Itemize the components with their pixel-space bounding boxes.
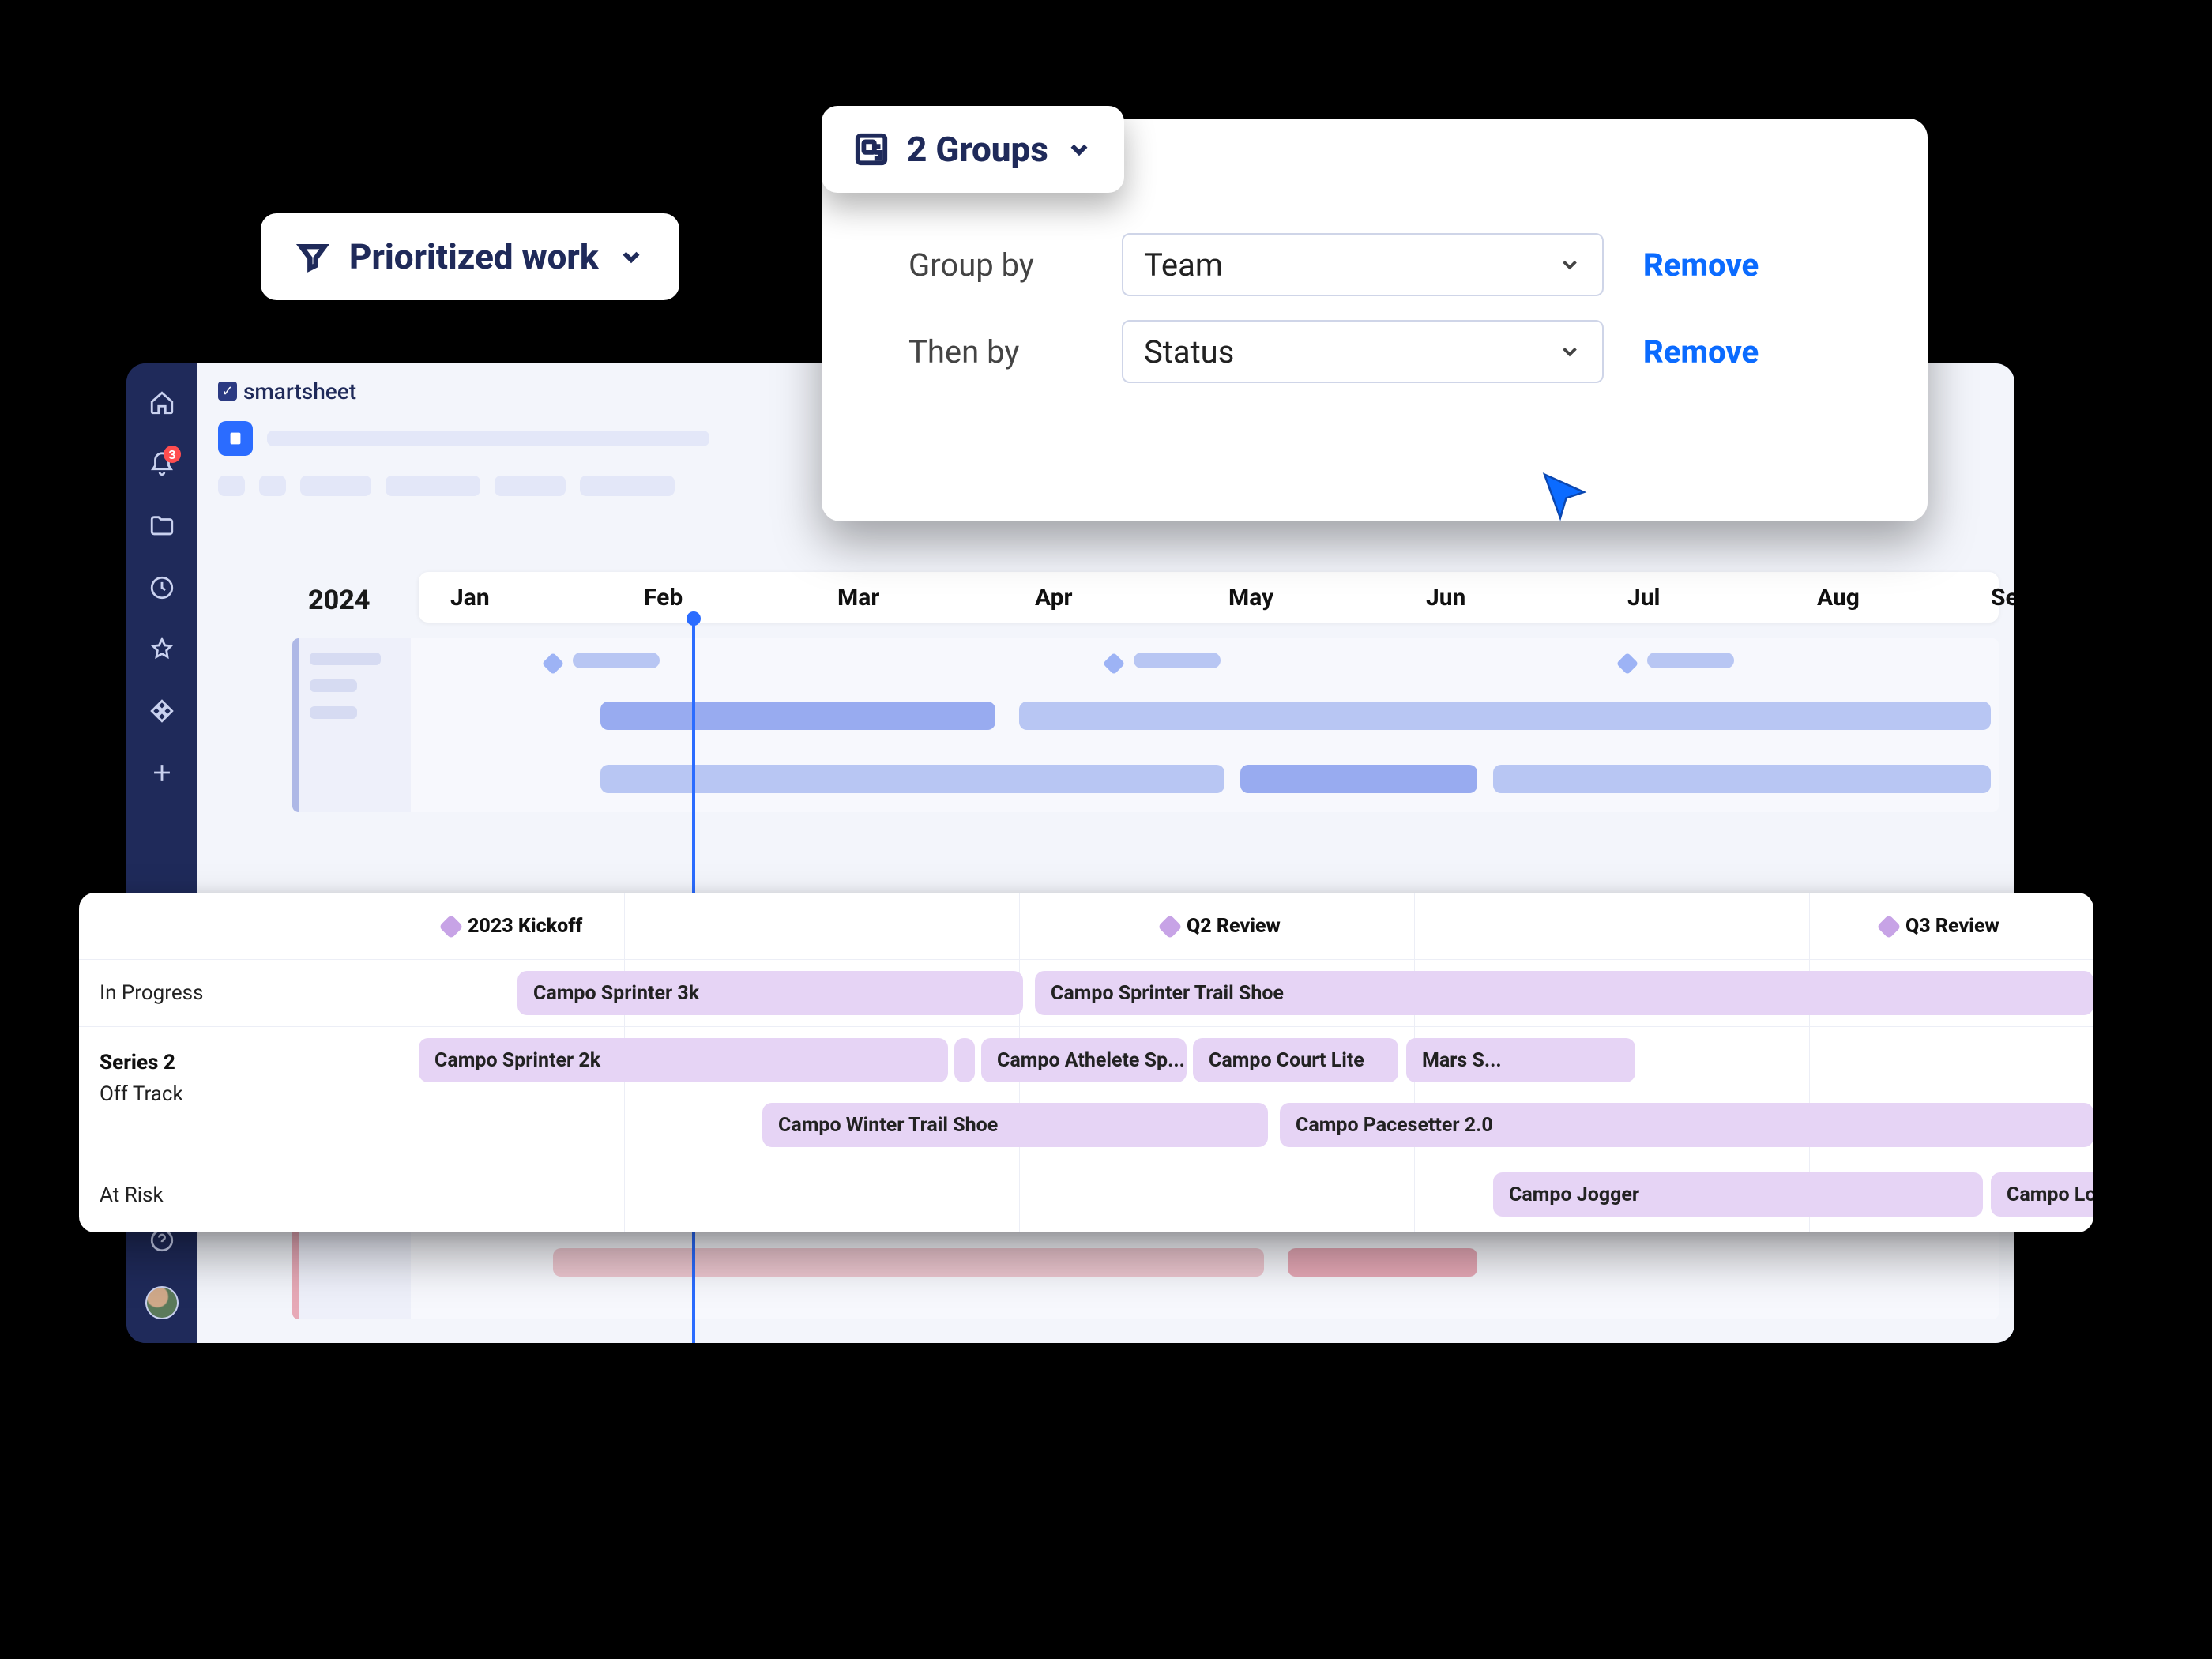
- then-by-select[interactable]: Status: [1122, 320, 1604, 383]
- month-label: Jul: [1627, 584, 1661, 611]
- workapps-icon[interactable]: [146, 695, 178, 727]
- diamond-icon: [438, 914, 463, 939]
- toolbar-skeleton: [580, 476, 675, 496]
- task-bar[interactable]: Campo Athelete Sp...: [981, 1038, 1187, 1082]
- task-bar[interactable]: Campo Sprinter Trail Shoe: [1035, 971, 2094, 1015]
- toolbar-skeleton: [495, 476, 566, 496]
- chevron-down-icon: [1066, 136, 1093, 163]
- select-value: Team: [1144, 246, 1223, 284]
- then-by-label: Then by: [908, 333, 1082, 371]
- home-icon[interactable]: [146, 387, 178, 419]
- row-label: In Progress: [79, 960, 356, 1026]
- ghost-bar: [600, 702, 995, 730]
- month-label: Jan: [450, 584, 490, 611]
- ghost-swimlane-1: [292, 638, 1999, 812]
- task-bar[interactable]: Campo Jogger: [1493, 1172, 1983, 1217]
- month-label: Aug: [1817, 584, 1860, 611]
- status-row-at-risk: At Risk Campo Jogger Campo Locker: [79, 1161, 2094, 1228]
- toolbar-skeleton: [386, 476, 480, 496]
- month-label: Apr: [1035, 584, 1073, 611]
- filter-label: Prioritized work: [349, 236, 599, 277]
- notifications-icon[interactable]: 3: [146, 449, 178, 480]
- ghost-bar: [1240, 765, 1477, 793]
- month-label: Mar: [837, 584, 879, 611]
- today-marker-dot: [687, 611, 701, 626]
- row-label: At Risk: [79, 1161, 356, 1228]
- task-bar[interactable]: Campo Sprinter 2k: [419, 1038, 948, 1082]
- then-by-row: Then by Status Remove: [908, 308, 1880, 395]
- folder-icon[interactable]: [146, 510, 178, 542]
- month-label: May: [1228, 584, 1273, 611]
- year-label: 2024: [308, 585, 370, 616]
- toolbar-skeleton: [300, 476, 371, 496]
- group-header-label: 2 Groups: [907, 129, 1048, 170]
- sheet-icon[interactable]: [218, 421, 253, 456]
- task-bar[interactable]: Campo Pacesetter 2.0: [1280, 1103, 2094, 1147]
- ghost-bar: [1493, 765, 1991, 793]
- chevron-down-icon: [618, 243, 645, 270]
- ghost-bar: [573, 653, 660, 668]
- milestone[interactable]: Q2 Review: [1161, 915, 1281, 938]
- diamond-icon: [542, 653, 564, 675]
- milestone[interactable]: 2023 Kickoff: [442, 915, 582, 938]
- month-label: Feb: [644, 584, 683, 611]
- milestone-label: Q2 Review: [1187, 915, 1281, 938]
- series2-header: Series 2 2023 Kickoff Q2 Review Q3 Revie…: [79, 893, 2094, 960]
- task-bar[interactable]: Campo Court Lite: [1193, 1038, 1398, 1082]
- group-icon: [853, 131, 890, 167]
- brand-name: smartsheet: [243, 378, 356, 404]
- select-value: Status: [1144, 333, 1234, 371]
- avatar[interactable]: [145, 1286, 179, 1319]
- ghost-bar: [1134, 653, 1221, 668]
- task-bar[interactable]: Campo Winter Trail Shoe: [762, 1103, 1268, 1147]
- diamond-icon: [1103, 653, 1125, 675]
- chevron-down-icon: [1558, 340, 1582, 363]
- status-row-off-track: Off Track Campo Sprinter 2k Campo Athele…: [79, 1027, 2094, 1161]
- diamond-icon: [1157, 914, 1182, 939]
- filter-icon: [295, 239, 330, 274]
- group-popover: 2 Groups Group by Team Remove Then by St…: [822, 118, 1928, 521]
- ghost-bar: [1019, 702, 1991, 730]
- milestone-label: 2023 Kickoff: [468, 915, 582, 938]
- month-label: Jun: [1426, 584, 1465, 611]
- month-ruler[interactable]: Jan Feb Mar Apr May Jun Jul Aug Sep: [419, 572, 1999, 623]
- status-row-in-progress: In Progress Campo Sprinter 3k Campo Spri…: [79, 960, 2094, 1027]
- title-skeleton: [267, 431, 709, 446]
- brand-mark-icon: ✓: [218, 382, 237, 401]
- timeline-header: 2024 Jan Feb Mar Apr May Jun Jul Aug Sep: [403, 572, 1999, 623]
- task-bar[interactable]: Campo Locker: [1991, 1172, 2094, 1217]
- diamond-icon: [1616, 653, 1638, 675]
- toolbar-skeleton: [218, 476, 245, 496]
- series2-panel: Series 2 2023 Kickoff Q2 Review Q3 Revie…: [79, 893, 2094, 1232]
- cursor-icon: [1540, 470, 1588, 522]
- filter-dropdown[interactable]: Prioritized work: [261, 213, 679, 300]
- remove-link[interactable]: Remove: [1643, 333, 1759, 371]
- notification-badge: 3: [164, 446, 181, 463]
- recent-icon[interactable]: [146, 572, 178, 604]
- create-icon[interactable]: [146, 757, 178, 788]
- milestone-label: Q3 Review: [1905, 915, 1999, 938]
- group-by-label: Group by: [908, 246, 1082, 284]
- favorites-icon[interactable]: [146, 634, 178, 665]
- toolbar-skeleton: [259, 476, 286, 496]
- month-label: Sep: [1991, 584, 2014, 611]
- chevron-down-icon: [1558, 253, 1582, 276]
- group-dropdown-header[interactable]: 2 Groups: [822, 106, 1124, 193]
- ghost-bar: [1647, 653, 1734, 668]
- ghost-bar: [1288, 1248, 1477, 1277]
- group-by-select[interactable]: Team: [1122, 233, 1604, 296]
- milestone[interactable]: Q3 Review: [1880, 915, 1999, 938]
- task-bar[interactable]: [954, 1038, 975, 1082]
- task-bar[interactable]: Campo Sprinter 3k: [517, 971, 1023, 1015]
- group-by-row: Group by Team Remove: [908, 221, 1880, 308]
- remove-link[interactable]: Remove: [1643, 246, 1759, 284]
- ghost-bar: [553, 1248, 1264, 1277]
- row-label: Off Track: [79, 1027, 356, 1161]
- task-bar[interactable]: Mars S...: [1406, 1038, 1635, 1082]
- diamond-icon: [1876, 914, 1901, 939]
